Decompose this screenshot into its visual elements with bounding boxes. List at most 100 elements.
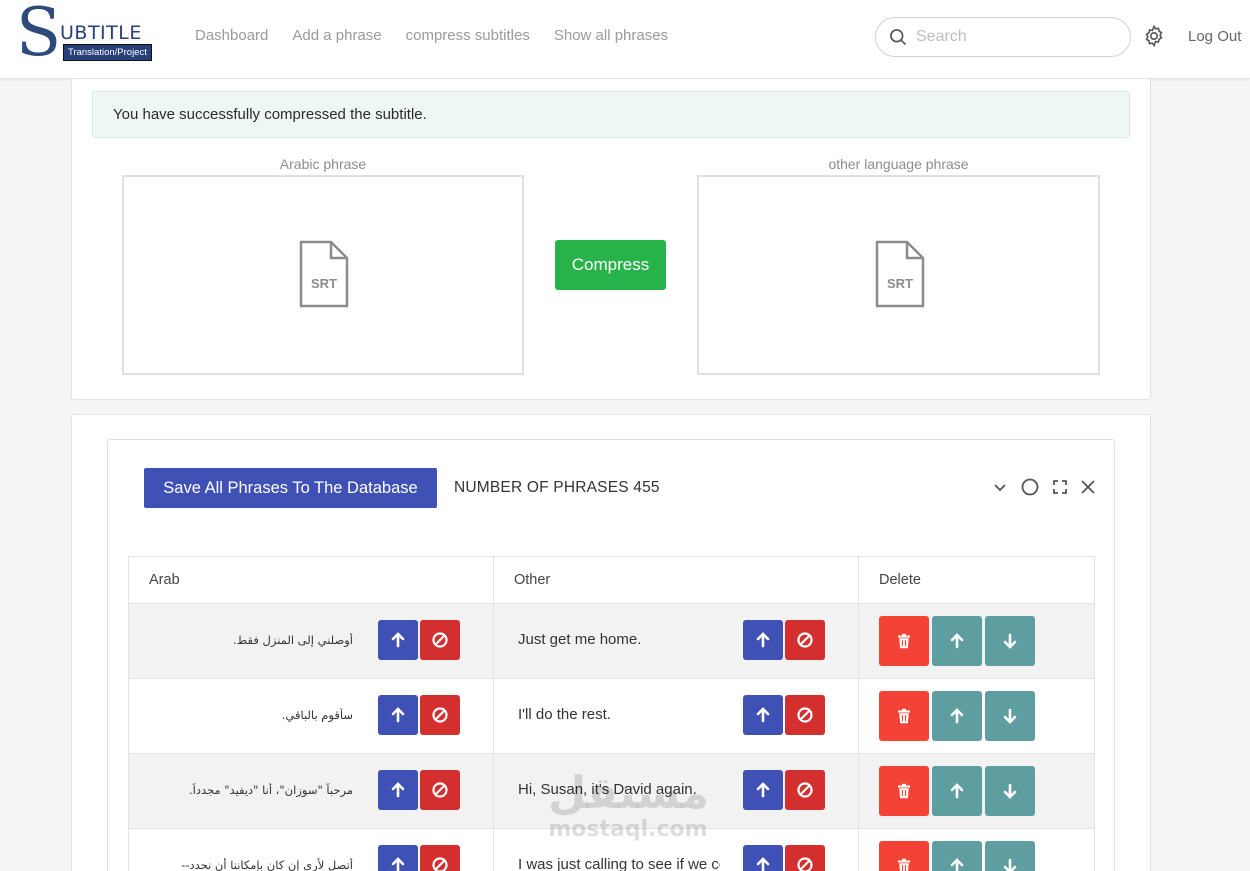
trash-icon — [898, 858, 910, 871]
arrow-up-icon — [391, 782, 405, 798]
trash-icon — [898, 633, 910, 649]
arrow-up-icon — [950, 708, 964, 724]
other-phrase-text: Hi, Susan, it's David again. — [518, 781, 697, 798]
remove-button[interactable] — [785, 845, 825, 871]
column-header-arab: Arab — [128, 556, 494, 604]
arrow-up-icon — [950, 633, 964, 649]
move-up-button[interactable] — [378, 695, 418, 735]
arrow-up-icon — [391, 632, 405, 648]
remove-button[interactable] — [785, 770, 825, 810]
other-phrase-text: I was just calling to see if we could — [518, 856, 720, 871]
ban-icon — [797, 632, 813, 648]
arab-phrase-text: أوصلني إلى المنزل فقط. — [232, 633, 353, 647]
gear-icon[interactable] — [1142, 24, 1166, 48]
nav-show-all-phrases[interactable]: Show all phrases — [554, 27, 668, 44]
move-up-button[interactable] — [378, 620, 418, 660]
logo[interactable]: S UBTITLE Translation/Project — [14, 0, 164, 70]
arabic-dropzone[interactable]: SRT — [122, 175, 524, 375]
table-row: أوصلني إلى المنزل فقط. Just get me home. — [128, 603, 1095, 679]
other-language-dropzone[interactable]: SRT — [697, 175, 1100, 375]
phrases-table-body: أوصلني إلى المنزل فقط. Just get me home.… — [128, 603, 1095, 871]
remove-button[interactable] — [420, 845, 460, 871]
move-row-down-button[interactable] — [985, 766, 1035, 816]
ban-icon — [797, 707, 813, 723]
arab-cell: سأقوم بالباقي. — [128, 678, 494, 754]
arrow-up-icon — [950, 783, 964, 799]
trash-icon — [898, 708, 910, 724]
actions-cell — [858, 678, 1095, 754]
move-up-button[interactable] — [743, 695, 783, 735]
arab-cell: أتصل لأرى إن كان بإمكاننا أن نحدد-- — [128, 828, 494, 871]
move-up-button[interactable] — [743, 845, 783, 871]
table-header-row: Arab Other Delete — [128, 556, 1095, 604]
other-cell: Just get me home. — [493, 603, 859, 679]
ban-icon — [432, 632, 448, 648]
move-up-button[interactable] — [378, 770, 418, 810]
actions-cell — [858, 603, 1095, 679]
delete-row-button[interactable] — [879, 691, 929, 741]
logo-letter: S — [16, 0, 62, 71]
arab-phrase-text: سأقوم بالباقي. — [281, 708, 353, 722]
arab-phrase-text: أتصل لأرى إن كان بإمكاننا أن نحدد-- — [181, 858, 353, 871]
arabic-phrase-label: Arabic phrase — [279, 156, 367, 172]
arrow-down-icon — [1003, 633, 1017, 649]
logo-tagline: Translation/Project — [63, 44, 152, 61]
arrow-down-icon — [1003, 783, 1017, 799]
phrase-count: NUMBER OF PHRASES 455 — [454, 479, 660, 496]
srt-file-icon: SRT — [875, 240, 925, 308]
other-cell: Hi, Susan, it's David again. — [493, 753, 859, 829]
nav-dashboard[interactable]: Dashboard — [195, 27, 268, 44]
arrow-up-icon — [391, 857, 405, 871]
ban-icon — [797, 857, 813, 871]
logout-link[interactable]: Log Out — [1188, 28, 1241, 45]
srt-icon-label: SRT — [887, 276, 913, 291]
search-icon — [890, 29, 907, 46]
delete-row-button[interactable] — [879, 841, 929, 871]
delete-row-button[interactable] — [879, 616, 929, 666]
move-row-down-button[interactable] — [985, 691, 1035, 741]
arab-cell: مرحباً "سوزان"، أنا "ديفيد" مجدداً. — [128, 753, 494, 829]
remove-button[interactable] — [785, 620, 825, 660]
remove-button[interactable] — [420, 620, 460, 660]
column-header-other: Other — [493, 556, 859, 604]
nav-add-phrase[interactable]: Add a phrase — [292, 27, 381, 44]
arab-cell: أوصلني إلى المنزل فقط. — [128, 603, 494, 679]
other-phrase-label: other language phrase — [828, 156, 969, 172]
move-row-up-button[interactable] — [932, 841, 982, 871]
srt-file-icon: SRT — [299, 240, 349, 308]
circle-icon[interactable] — [1020, 477, 1040, 497]
ban-icon — [432, 707, 448, 723]
search-box — [875, 17, 1131, 57]
search-input[interactable] — [916, 26, 1116, 48]
arrow-up-icon — [950, 858, 964, 871]
ban-icon — [432, 857, 448, 871]
save-all-phrases-button[interactable]: Save All Phrases To The Database — [144, 468, 437, 508]
move-row-up-button[interactable] — [932, 616, 982, 666]
arrow-down-icon — [1003, 708, 1017, 724]
move-row-up-button[interactable] — [932, 766, 982, 816]
remove-button[interactable] — [420, 695, 460, 735]
move-up-button[interactable] — [743, 620, 783, 660]
actions-cell — [858, 753, 1095, 829]
close-icon[interactable] — [1078, 477, 1098, 497]
remove-button[interactable] — [420, 770, 460, 810]
remove-button[interactable] — [785, 695, 825, 735]
move-up-button[interactable] — [378, 845, 418, 871]
move-up-button[interactable] — [743, 770, 783, 810]
phrases-table: Arab Other Delete أوصلني إلى المنزل فقط.… — [128, 556, 1095, 871]
delete-row-button[interactable] — [879, 766, 929, 816]
table-row: أتصل لأرى إن كان بإمكاننا أن نحدد-- I wa… — [128, 828, 1095, 871]
actions-cell — [858, 828, 1095, 871]
other-cell: I was just calling to see if we could — [493, 828, 859, 871]
chevron-down-icon[interactable] — [990, 477, 1010, 497]
other-phrase-text: Just get me home. — [518, 631, 642, 648]
fullscreen-icon[interactable] — [1050, 477, 1070, 497]
main-nav: Dashboard Add a phrase compress subtitle… — [195, 27, 668, 44]
move-row-down-button[interactable] — [985, 616, 1035, 666]
success-alert: You have successfully compressed the sub… — [92, 91, 1130, 138]
move-row-up-button[interactable] — [932, 691, 982, 741]
nav-compress-subtitles[interactable]: compress subtitles — [406, 27, 530, 44]
move-row-down-button[interactable] — [985, 841, 1035, 871]
other-phrase-text: I'll do the rest. — [518, 706, 611, 723]
compress-button[interactable]: Compress — [555, 240, 666, 290]
